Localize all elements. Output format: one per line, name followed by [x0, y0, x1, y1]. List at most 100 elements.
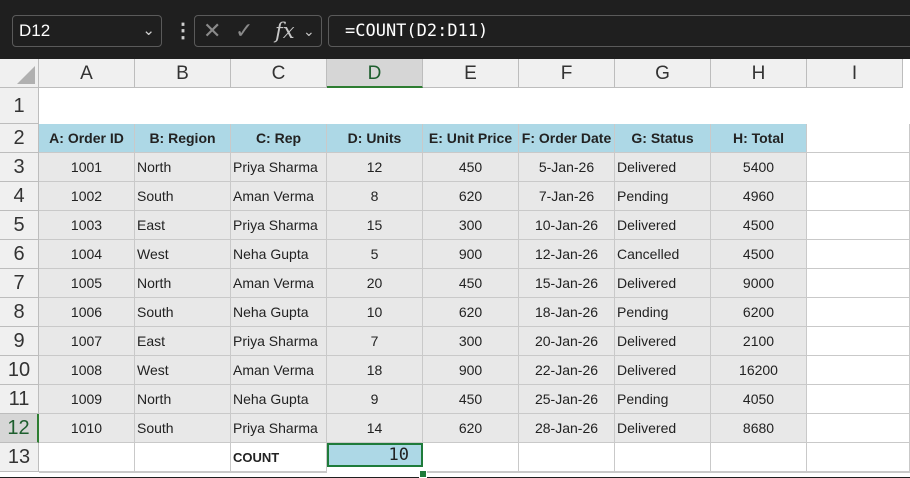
cell-i9[interactable]: [807, 356, 910, 385]
cell-i2[interactable]: [807, 153, 910, 182]
cell-b2[interactable]: North: [135, 153, 231, 182]
cell-f6[interactable]: 15-Jan-26: [519, 269, 615, 298]
row-header-7[interactable]: 7: [0, 269, 39, 298]
cell-b4[interactable]: East: [135, 211, 231, 240]
cell-d5[interactable]: 5: [327, 240, 423, 269]
cell-h12[interactable]: [711, 443, 807, 472]
row-header-12[interactable]: 12: [0, 414, 39, 443]
row-header-2[interactable]: 2: [0, 124, 39, 153]
cell-f12[interactable]: [519, 443, 615, 472]
cell-g12[interactable]: [615, 443, 711, 472]
more-options-icon[interactable]: ⋮: [173, 17, 193, 45]
cell-c13[interactable]: [231, 472, 327, 473]
column-header-f[interactable]: F: [519, 59, 615, 88]
active-cell-d12[interactable]: 10: [327, 443, 423, 467]
cell-g5[interactable]: Cancelled: [615, 240, 711, 269]
cell-d11[interactable]: 14: [327, 414, 423, 443]
cell-d8[interactable]: 7: [327, 327, 423, 356]
cell-a4[interactable]: 1003: [39, 211, 135, 240]
cell-f2[interactable]: 5-Jan-26: [519, 153, 615, 182]
cell-h8[interactable]: 2100: [711, 327, 807, 356]
cell-d10[interactable]: 9: [327, 385, 423, 414]
cell-d2[interactable]: 12: [327, 153, 423, 182]
cell-a9[interactable]: 1008: [39, 356, 135, 385]
cell-e8[interactable]: 300: [423, 327, 519, 356]
cell-f10[interactable]: 25-Jan-26: [519, 385, 615, 414]
row-header-8[interactable]: 8: [0, 298, 39, 327]
column-header-g[interactable]: G: [615, 59, 711, 88]
count-label[interactable]: COUNT: [231, 443, 327, 472]
row-header-4[interactable]: 4: [0, 182, 39, 211]
cell-e3[interactable]: 620: [423, 182, 519, 211]
cell-g7[interactable]: Pending: [615, 298, 711, 327]
cell-d6[interactable]: 20: [327, 269, 423, 298]
cell-i1[interactable]: [807, 124, 910, 153]
cell-g11[interactable]: Delivered: [615, 414, 711, 443]
cell-a8[interactable]: 1007: [39, 327, 135, 356]
column-header-i[interactable]: I: [807, 59, 903, 88]
cell-h2[interactable]: 5400: [711, 153, 807, 182]
cell-b8[interactable]: East: [135, 327, 231, 356]
cell-f11[interactable]: 28-Jan-26: [519, 414, 615, 443]
header-cell-a[interactable]: A: Order ID: [39, 124, 135, 153]
cell-h6[interactable]: 9000: [711, 269, 807, 298]
cell-h7[interactable]: 6200: [711, 298, 807, 327]
cell-c7[interactable]: Neha Gupta: [231, 298, 327, 327]
row-header-5[interactable]: 5: [0, 211, 39, 240]
cell-f4[interactable]: 10-Jan-26: [519, 211, 615, 240]
column-header-b[interactable]: B: [135, 59, 231, 88]
column-header-e[interactable]: E: [423, 59, 519, 88]
cell-c10[interactable]: Neha Gupta: [231, 385, 327, 414]
cell-c5[interactable]: Neha Gupta: [231, 240, 327, 269]
cell-h5[interactable]: 4500: [711, 240, 807, 269]
chevron-down-icon[interactable]: ⌄: [303, 16, 315, 46]
x-icon[interactable]: ✕: [203, 16, 221, 46]
cell-b13[interactable]: [135, 472, 231, 473]
cell-c11[interactable]: Priya Sharma: [231, 414, 327, 443]
check-icon[interactable]: ✓: [235, 16, 253, 46]
cell-b7[interactable]: South: [135, 298, 231, 327]
cell-e6[interactable]: 450: [423, 269, 519, 298]
chevron-down-icon[interactable]: ⌄: [142, 16, 155, 46]
cell-e7[interactable]: 620: [423, 298, 519, 327]
cell-d9[interactable]: 18: [327, 356, 423, 385]
cell-d4[interactable]: 15: [327, 211, 423, 240]
cell-e4[interactable]: 300: [423, 211, 519, 240]
cell-e13[interactable]: [423, 472, 519, 473]
cell-a6[interactable]: 1005: [39, 269, 135, 298]
cell-e12[interactable]: [423, 443, 519, 472]
cell-b10[interactable]: North: [135, 385, 231, 414]
cell-i4[interactable]: [807, 211, 910, 240]
cell-e11[interactable]: 620: [423, 414, 519, 443]
header-cell-h[interactable]: H: Total: [711, 124, 807, 153]
cell-a13[interactable]: [39, 472, 135, 473]
cell-b3[interactable]: South: [135, 182, 231, 211]
cell-i11[interactable]: [807, 414, 910, 443]
cell-c3[interactable]: Aman Verma: [231, 182, 327, 211]
cell-e2[interactable]: 450: [423, 153, 519, 182]
cell-b5[interactable]: West: [135, 240, 231, 269]
cell-g6[interactable]: Delivered: [615, 269, 711, 298]
column-header-h[interactable]: H: [711, 59, 807, 88]
cell-e5[interactable]: 900: [423, 240, 519, 269]
cell-i8[interactable]: [807, 327, 910, 356]
cell-c4[interactable]: Priya Sharma: [231, 211, 327, 240]
cell-i7[interactable]: [807, 298, 910, 327]
row-header-13[interactable]: 13: [0, 443, 39, 472]
select-all-button[interactable]: [0, 59, 39, 88]
cell-f9[interactable]: 22-Jan-26: [519, 356, 615, 385]
cell-d3[interactable]: 8: [327, 182, 423, 211]
cell-e10[interactable]: 450: [423, 385, 519, 414]
header-cell-e[interactable]: E: Unit Price: [423, 124, 519, 153]
cell-f7[interactable]: 18-Jan-26: [519, 298, 615, 327]
cell-b6[interactable]: North: [135, 269, 231, 298]
cell-f5[interactable]: 12-Jan-26: [519, 240, 615, 269]
cell-f3[interactable]: 7-Jan-26: [519, 182, 615, 211]
row-header-1[interactable]: 1: [0, 88, 39, 124]
name-box[interactable]: D12 ⌄: [12, 15, 162, 47]
cell-i3[interactable]: [807, 182, 910, 211]
header-cell-f[interactable]: F: Order Date: [519, 124, 615, 153]
row-header-9[interactable]: 9: [0, 327, 39, 356]
cell-h3[interactable]: 4960: [711, 182, 807, 211]
cell-a7[interactable]: 1006: [39, 298, 135, 327]
